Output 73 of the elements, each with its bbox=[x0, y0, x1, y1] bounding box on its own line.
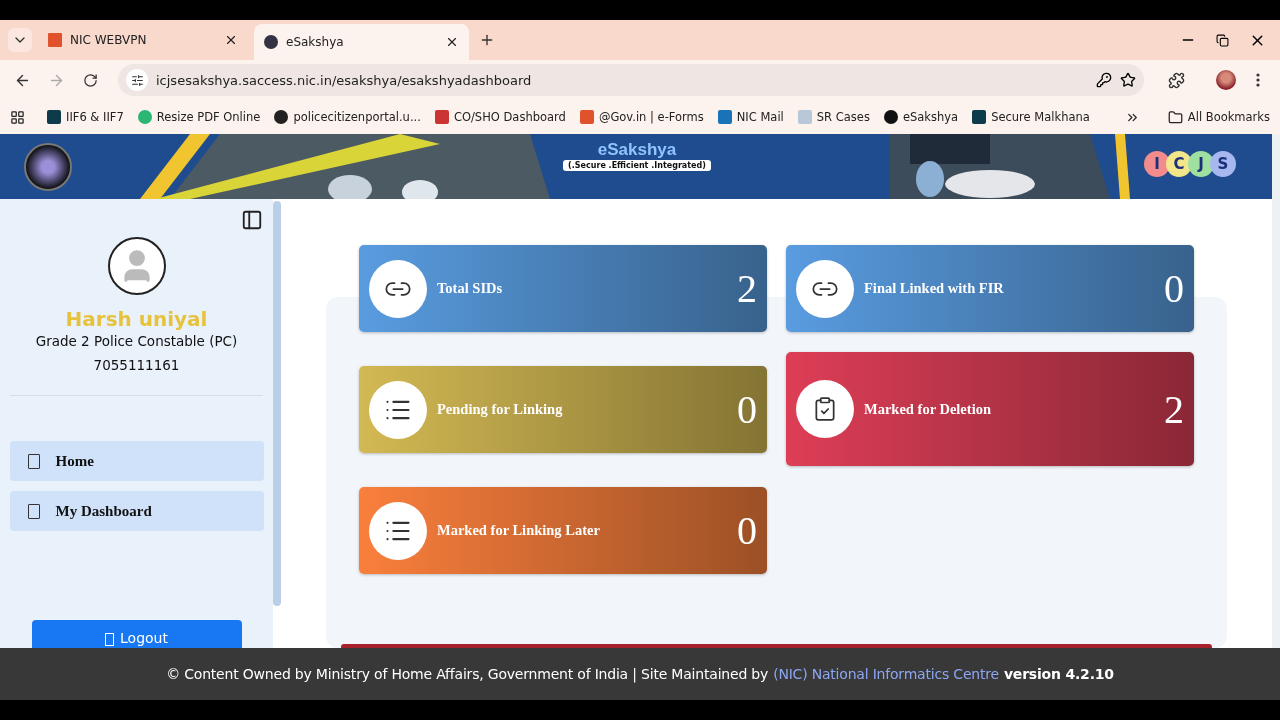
logout-button[interactable]: Logout bbox=[31, 620, 242, 648]
apps-icon[interactable] bbox=[10, 109, 25, 125]
card-label: Total SIDs bbox=[437, 280, 504, 297]
stat-card[interactable]: Total SIDs 2 bbox=[359, 245, 767, 332]
square-icon bbox=[105, 633, 115, 646]
stat-card[interactable]: Marked for Deletion 2 bbox=[786, 352, 1194, 466]
avatar bbox=[107, 237, 166, 295]
menu-icon bbox=[1256, 73, 1260, 87]
plus-icon bbox=[479, 32, 495, 48]
star-icon[interactable] bbox=[1120, 72, 1136, 88]
bookmark[interactable]: CO/SHO Dashboard bbox=[434, 110, 566, 124]
stat-card[interactable]: Final Linked with FIR 0 bbox=[786, 245, 1194, 332]
folder-icon bbox=[1167, 109, 1183, 125]
version-text: version 4.2.10 bbox=[1003, 666, 1114, 682]
bookmark[interactable]: @Gov.in | e-Forms bbox=[579, 110, 704, 124]
bookmark[interactable]: SR Cases bbox=[797, 110, 870, 124]
url-text: icjsesakshya.saccess.nic.in/esakshya/esakshyadashboard bbox=[156, 72, 533, 88]
card-label: Final Linked with FIR bbox=[864, 280, 1005, 297]
tagline: (.Secure .Efficient .Integrated) bbox=[563, 160, 711, 171]
restore-icon[interactable] bbox=[1216, 33, 1229, 47]
stat-card[interactable]: Marked for Linking Later 0 bbox=[359, 487, 767, 574]
bookmark[interactable]: eSakshya bbox=[883, 110, 959, 124]
stat-card[interactable]: Pending for Linking 0 bbox=[359, 366, 767, 453]
bookmark[interactable]: Resize PDF Online bbox=[137, 110, 261, 124]
site-settings-icon[interactable] bbox=[126, 69, 148, 91]
nic-link[interactable]: (NIC) National Informatics Centre bbox=[773, 666, 999, 682]
bookmark[interactable]: NIC Mail bbox=[717, 110, 784, 124]
reload-icon bbox=[82, 72, 98, 88]
site-icon bbox=[48, 33, 62, 47]
puzzle-icon bbox=[1167, 71, 1185, 89]
bookmark[interactable]: policecitizenportal.u... bbox=[274, 110, 421, 124]
card-count: 0 bbox=[737, 386, 757, 433]
close-icon[interactable] bbox=[445, 35, 459, 49]
card-count: 2 bbox=[1164, 385, 1184, 433]
browser-tab[interactable]: eSakshya bbox=[254, 24, 469, 60]
app-logo-text: eSakshya bbox=[597, 140, 677, 160]
card-label: Marked for Deletion bbox=[864, 400, 992, 418]
bookmark-label: All Bookmarks bbox=[1187, 110, 1270, 124]
square-icon bbox=[27, 503, 40, 519]
user-designation: Grade 2 Police Constable (PC) bbox=[35, 333, 238, 349]
user-phone: 7055111161 bbox=[93, 357, 180, 373]
footer-text: © Content Owned by Ministry of Home Affairs, Government of India | Site Maintained by bbox=[166, 666, 769, 682]
scrollbar[interactable] bbox=[273, 201, 281, 606]
card-count: 0 bbox=[737, 507, 757, 554]
nav-label: Home bbox=[55, 452, 94, 470]
sidebar-toggle-icon[interactable] bbox=[241, 209, 263, 231]
tab-title: NIC WEBVPN bbox=[70, 33, 148, 47]
profile-avatar[interactable] bbox=[1216, 70, 1236, 90]
key-icon[interactable] bbox=[1096, 72, 1112, 88]
nav-item[interactable]: Home bbox=[9, 441, 264, 481]
sliders-icon bbox=[130, 73, 144, 87]
clipboard-check-icon bbox=[812, 396, 838, 422]
tab-title: eSakshya bbox=[286, 35, 345, 49]
card-count: 2 bbox=[737, 265, 757, 312]
card-label: Marked for Linking Later bbox=[437, 522, 601, 539]
nav-item[interactable]: My Dashboard bbox=[9, 491, 264, 531]
bookmark[interactable]: IIF6 & IIF7 bbox=[47, 110, 124, 124]
logo-letter: J bbox=[1188, 151, 1214, 177]
logo-letter: I bbox=[1144, 151, 1170, 177]
bookmark[interactable]: Secure Malkhana bbox=[972, 110, 1090, 124]
square-icon bbox=[27, 453, 40, 469]
address-bar[interactable]: icjsesakshya.saccess.nic.in/esakshya/esakshyadashboard bbox=[118, 64, 1144, 96]
card-label: Pending for Linking bbox=[437, 401, 564, 418]
logo-letter: C bbox=[1166, 151, 1192, 177]
nav-label: My Dashboard bbox=[55, 502, 152, 520]
all-bookmarks[interactable]: All Bookmarks bbox=[1167, 109, 1270, 125]
user-name: Harsh uniyal bbox=[65, 307, 208, 331]
close-icon[interactable] bbox=[224, 33, 238, 47]
card-count: 0 bbox=[1164, 265, 1184, 312]
emblem-logo bbox=[24, 142, 72, 191]
tab-list-button[interactable] bbox=[8, 28, 32, 52]
browser-tab[interactable]: NIC WEBVPN bbox=[38, 24, 248, 56]
logo-letter: S bbox=[1210, 151, 1236, 177]
